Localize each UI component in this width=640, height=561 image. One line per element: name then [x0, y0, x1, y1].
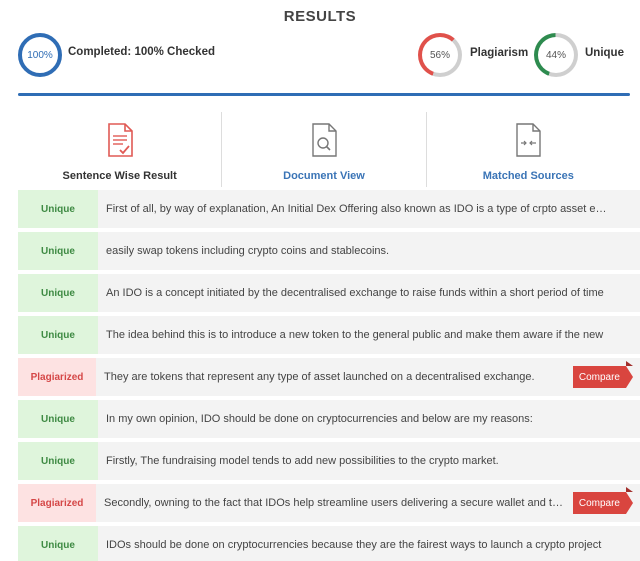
sentence-text: In my own opinion, IDO should be done on… — [106, 413, 533, 425]
sentence-text: Secondly, owning to the fact that IDOs h… — [104, 497, 566, 509]
completed-percent: 100% — [27, 49, 53, 61]
status-badge: Unique — [18, 526, 98, 561]
sentence-row: Unique In my own opinion, IDO should be … — [18, 400, 640, 438]
sentence-text: An IDO is a concept initiated by the dec… — [106, 287, 604, 299]
completed-progress-ring: 100% — [18, 33, 62, 77]
compare-button[interactable]: Compare — [572, 361, 634, 388]
document-search-icon — [312, 123, 337, 157]
sentence-row: Unique An IDO is a concept initiated by … — [18, 274, 640, 312]
sentence-text: Firstly, The fundraising model tends to … — [106, 455, 499, 467]
sentence-text: easily swap tokens including crypto coin… — [106, 245, 390, 257]
sentence-row: Unique easily swap tokens including cryp… — [18, 232, 640, 270]
page-title: RESULTS — [283, 8, 357, 25]
tab-sentence-wise-label: Sentence Wise Result — [62, 170, 177, 182]
completed-label: Completed: 100% Checked — [68, 46, 215, 58]
sentence-text: IDOs should be done on cryptocurrencies … — [106, 539, 602, 551]
sentence-text: The idea behind this is to introduce a n… — [106, 329, 604, 341]
plagiarism-progress-ring: 56% — [418, 33, 462, 77]
document-check-icon — [107, 123, 133, 157]
sentence-text: They are tokens that represent any type … — [104, 371, 535, 383]
sentence-row: Unique IDOs should be done on cryptocurr… — [18, 526, 640, 561]
tab-matched-sources[interactable]: Matched Sources — [427, 112, 630, 187]
unique-percent: 44% — [545, 49, 566, 61]
status-badge: Unique — [18, 190, 98, 228]
sentence-text: First of all, by way of explanation, An … — [106, 203, 612, 215]
tab-document-view[interactable]: Document View — [222, 112, 427, 187]
compare-button[interactable]: Compare — [572, 487, 634, 514]
status-badge: Unique — [18, 316, 98, 354]
tab-matched-sources-label: Matched Sources — [482, 170, 574, 182]
tab-document-view-label: Document View — [283, 170, 365, 182]
sentence-row: Unique The idea behind this is to introd… — [18, 316, 640, 354]
status-badge: Plagiarized — [18, 358, 96, 396]
document-compare-icon — [516, 123, 542, 157]
status-badge: Unique — [18, 274, 98, 312]
status-badge: Unique — [18, 400, 98, 438]
status-badge: Unique — [18, 232, 98, 270]
sentence-row: Plagiarized Secondly, owning to the fact… — [18, 484, 640, 522]
result-view-tabs: Sentence Wise Result Document View Match… — [18, 112, 630, 187]
plagiarism-percent: 56% — [429, 49, 450, 61]
unique-label: Unique — [585, 47, 624, 59]
sentence-row: Plagiarized They are tokens that represe… — [18, 358, 640, 396]
sentence-row: Unique Firstly, The fundraising model te… — [18, 442, 640, 480]
header-divider — [18, 93, 630, 96]
plagiarism-label: Plagiarism — [470, 47, 529, 59]
unique-progress-ring: 44% — [534, 33, 578, 77]
sentence-results-list: Unique First of all, by way of explanati… — [18, 190, 640, 561]
sentence-row: Unique First of all, by way of explanati… — [18, 190, 640, 228]
status-badge: Unique — [18, 442, 98, 480]
status-badge: Plagiarized — [18, 484, 96, 522]
tab-sentence-wise-result[interactable]: Sentence Wise Result — [18, 112, 223, 187]
